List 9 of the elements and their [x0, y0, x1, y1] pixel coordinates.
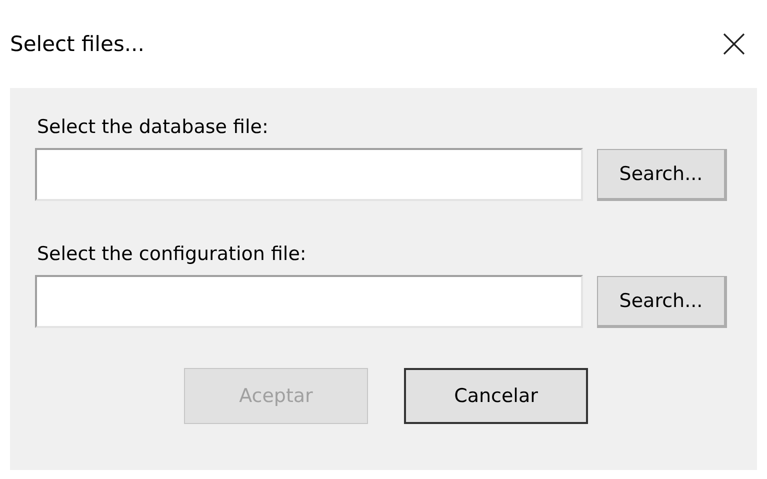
field-label: Select the database file: [37, 116, 270, 138]
field-label: Select the configuration file: [37, 243, 308, 265]
window-title: Select files... [10, 32, 144, 56]
file-path-field[interactable] [35, 275, 583, 328]
search-button[interactable]: Search... [597, 148, 727, 200]
file-path-field[interactable] [35, 148, 583, 201]
cancel-button[interactable]: Cancelar [404, 368, 588, 424]
search-button[interactable]: Search... [597, 276, 727, 328]
close-icon[interactable] [723, 33, 745, 55]
